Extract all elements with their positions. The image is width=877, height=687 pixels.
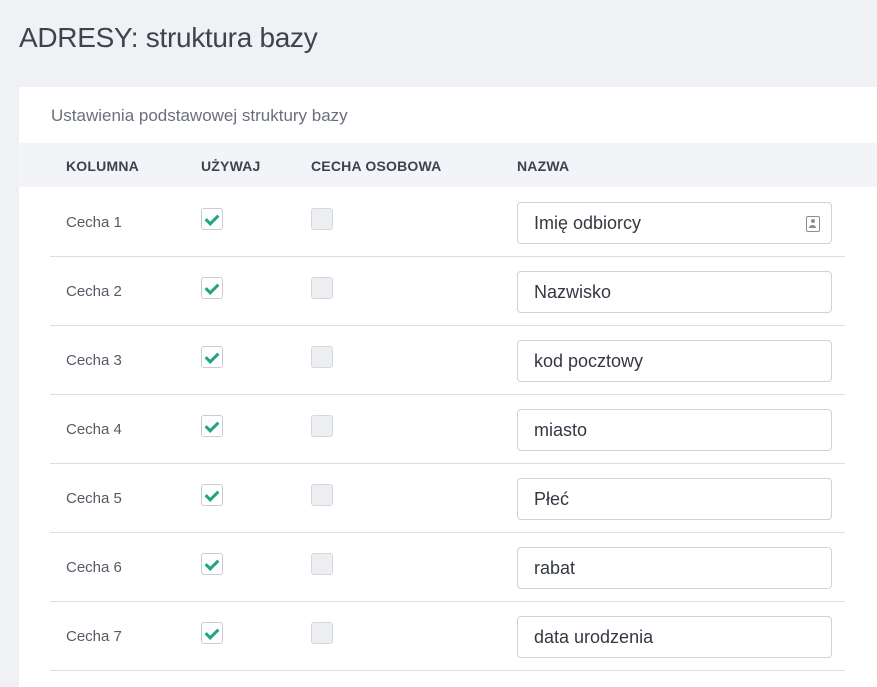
column-header-kolumna: KOLUMNA — [66, 158, 139, 174]
name-input[interactable] — [517, 547, 832, 589]
personal-feature-checkbox[interactable] — [311, 622, 333, 644]
personal-feature-checkbox[interactable] — [311, 415, 333, 437]
table-row: Cecha 2 — [50, 257, 845, 326]
row-label: Cecha 6 — [66, 559, 122, 576]
table-row: Cecha 3 — [50, 326, 845, 395]
table-row: Cecha 5 — [50, 464, 845, 533]
row-label: Cecha 7 — [66, 628, 122, 645]
page-title: ADRESY: struktura bazy — [19, 22, 318, 53]
column-header-nazwa: NAZWA — [517, 158, 570, 174]
personal-feature-checkbox[interactable] — [311, 208, 333, 230]
table-header: KOLUMNA UŻYWAJ CECHA OSOBOWA NAZWA — [19, 143, 877, 187]
column-header-cecha-osobowa: CECHA OSOBOWA — [311, 158, 442, 174]
use-checkbox[interactable] — [201, 622, 223, 644]
table-row: Cecha 1 — [50, 188, 845, 257]
name-input[interactable] — [517, 271, 832, 313]
table-row: Cecha 6 — [50, 533, 845, 602]
row-label: Cecha 2 — [66, 283, 122, 300]
use-checkbox[interactable] — [201, 553, 223, 575]
personal-feature-checkbox[interactable] — [311, 553, 333, 575]
use-checkbox[interactable] — [201, 346, 223, 368]
card-title: Ustawienia podstawowej struktury bazy — [51, 106, 348, 125]
personal-feature-checkbox[interactable] — [311, 346, 333, 368]
use-checkbox[interactable] — [201, 277, 223, 299]
name-input[interactable] — [517, 409, 832, 451]
name-input[interactable] — [517, 478, 832, 520]
personal-feature-checkbox[interactable] — [311, 484, 333, 506]
row-label: Cecha 5 — [66, 490, 122, 507]
structure-settings-card: Ustawienia podstawowej struktury bazy KO… — [19, 87, 877, 687]
row-label: Cecha 1 — [66, 214, 122, 231]
name-input[interactable] — [517, 616, 832, 658]
table-body: Cecha 1 Cecha 2 Cecha 3 Cecha 4 Cecha 5 — [19, 188, 877, 671]
name-input[interactable] — [517, 202, 832, 244]
name-input[interactable] — [517, 340, 832, 382]
row-label: Cecha 4 — [66, 421, 122, 438]
table-row: Cecha 4 — [50, 395, 845, 464]
use-checkbox[interactable] — [201, 208, 223, 230]
use-checkbox[interactable] — [201, 484, 223, 506]
table-row: Cecha 7 — [50, 602, 845, 671]
row-label: Cecha 3 — [66, 352, 122, 369]
use-checkbox[interactable] — [201, 415, 223, 437]
column-header-uzywaj: UŻYWAJ — [201, 158, 261, 174]
contact-card-icon[interactable] — [806, 216, 820, 232]
personal-feature-checkbox[interactable] — [311, 277, 333, 299]
